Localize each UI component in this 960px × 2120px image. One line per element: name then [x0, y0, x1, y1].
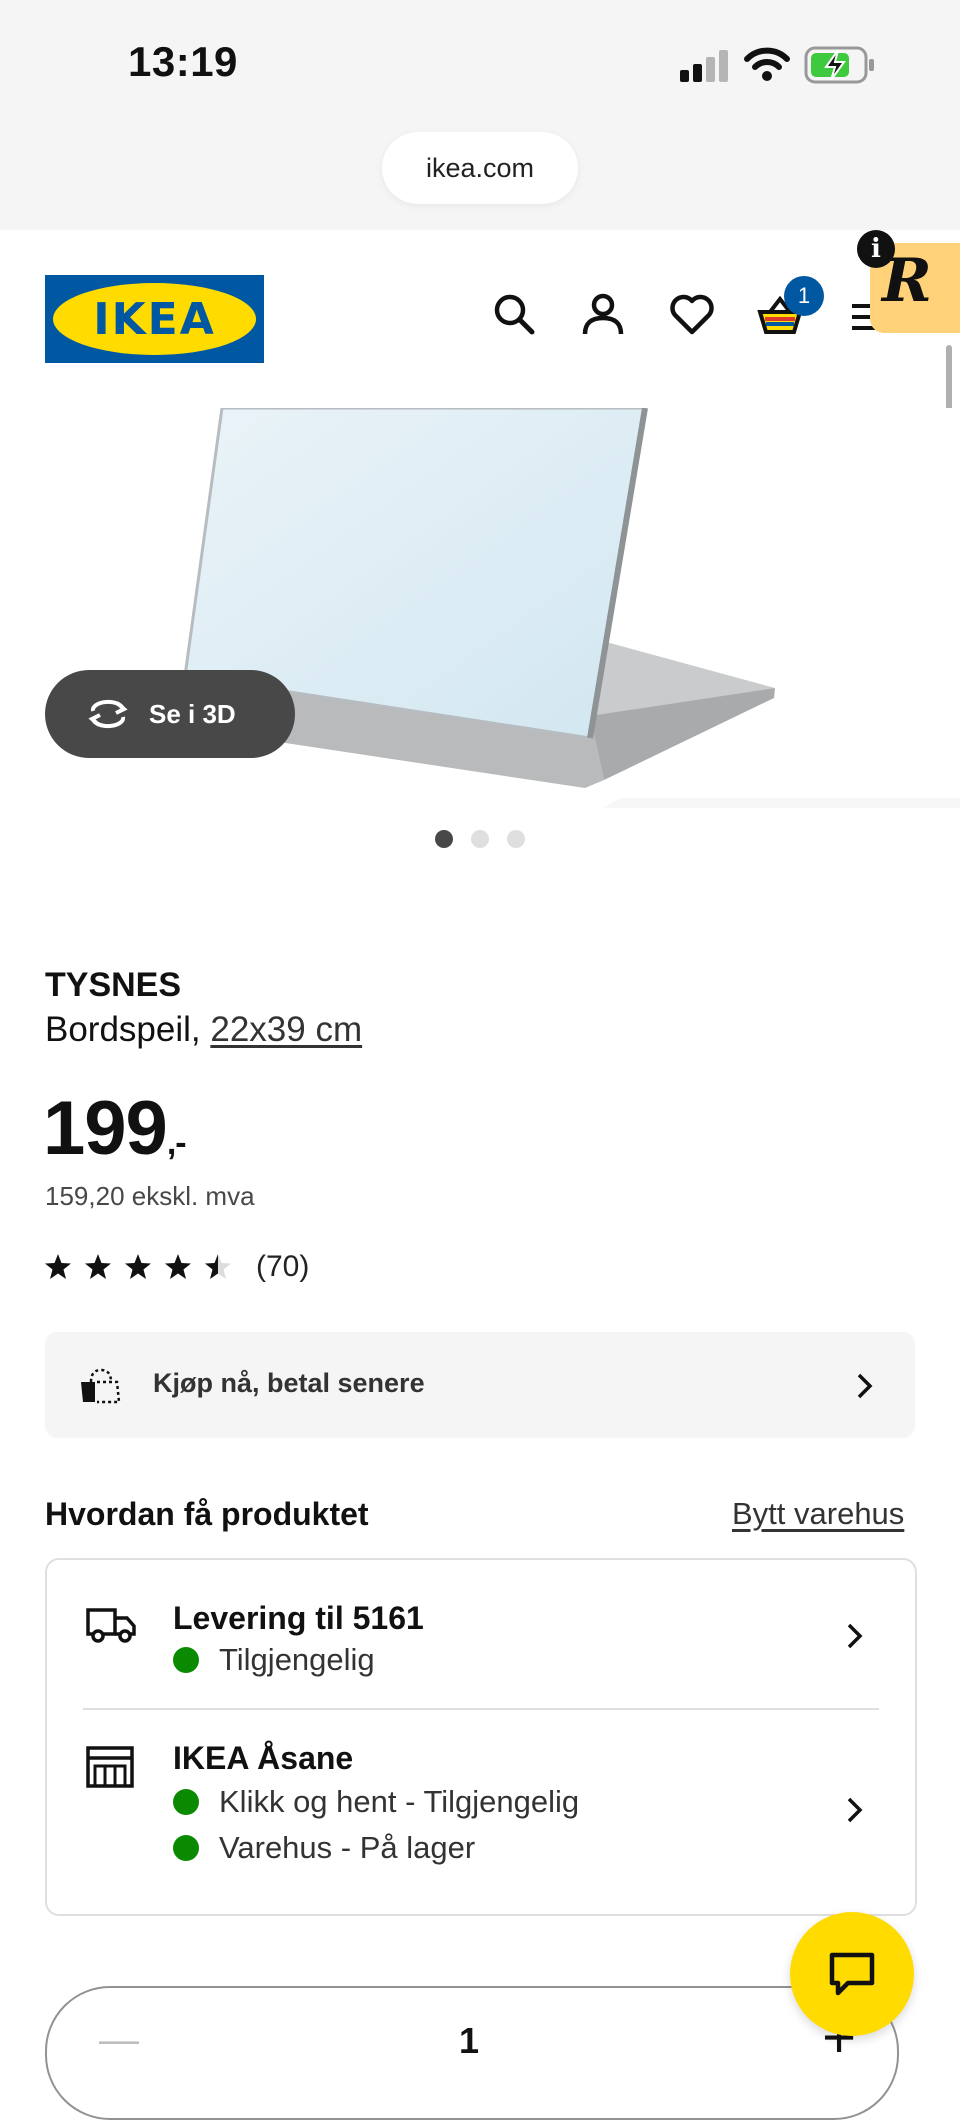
- info-icon[interactable]: i: [857, 230, 895, 268]
- carousel-dot-1[interactable]: [435, 830, 453, 848]
- quantity-value[interactable]: 1: [459, 2020, 479, 2062]
- quantity-stepper: — 1 +: [45, 1986, 899, 2120]
- rotate-3d-icon: [88, 699, 128, 729]
- pay-later-label: Kjøp nå, betal senere: [153, 1368, 425, 1398]
- delivery-status: Tilgjengelig: [173, 1642, 375, 1678]
- product-name: TYSNES: [45, 966, 182, 1004]
- heart-icon[interactable]: [668, 290, 716, 338]
- user-icon[interactable]: [579, 290, 627, 338]
- view-3d-button[interactable]: Se i 3D: [45, 670, 295, 758]
- price-ex-vat: 159,20 ekskl. mva: [45, 1181, 255, 1211]
- search-icon[interactable]: [490, 290, 538, 338]
- star-icons: [45, 1254, 231, 1279]
- delivery-option[interactable]: Levering til 5161 Tilgjengelig: [47, 1560, 915, 1708]
- price-suffix: ,-: [166, 1124, 187, 1162]
- shopping-bag-icon: [81, 1368, 121, 1404]
- available-dot: [173, 1647, 199, 1673]
- view-3d-label: Se i 3D: [149, 698, 236, 729]
- product-size-link[interactable]: 22x39 cm: [210, 1010, 362, 1049]
- price-value: 199: [43, 1086, 168, 1171]
- status-time: 13:19: [128, 38, 238, 85]
- chat-button[interactable]: [790, 1912, 914, 2036]
- logo-text: IKEA: [93, 293, 216, 345]
- availability-heading: Hvordan få produktet: [45, 1496, 369, 1532]
- product-description: Bordspeil, 22x39 cm: [45, 1010, 362, 1050]
- delivery-title: Levering til 5161: [173, 1600, 424, 1636]
- decrease-quantity-button[interactable]: —: [89, 2010, 149, 2070]
- change-store-link[interactable]: Bytt varehus: [732, 1496, 904, 1532]
- delivery-status-text: Tilgjengelig: [219, 1642, 375, 1677]
- carousel-dot-2[interactable]: [471, 830, 489, 848]
- chevron-right-icon: [857, 1373, 873, 1399]
- click-collect-status: Klikk og hent - Tilgjengelig: [173, 1784, 579, 1820]
- store-icon: [86, 1746, 134, 1788]
- pay-later-button[interactable]: Kjøp nå, betal senere: [45, 1332, 915, 1438]
- battery-icon: [804, 46, 874, 84]
- in-store-status: Varehus - På lager: [173, 1830, 475, 1866]
- wifi-icon: [744, 47, 790, 81]
- cart-count-badge: 1: [784, 276, 824, 316]
- store-option[interactable]: IKEA Åsane Klikk og hent - Tilgjengelig …: [47, 1710, 915, 1912]
- review-count[interactable]: (70): [256, 1250, 309, 1284]
- chat-icon: [829, 1952, 875, 1996]
- in-store-text: Varehus - På lager: [219, 1830, 476, 1865]
- chevron-right-icon: [847, 1797, 863, 1823]
- product-price: 199,-: [43, 1085, 187, 1172]
- url-bar[interactable]: ikea.com: [382, 132, 578, 204]
- chevron-right-icon: [847, 1623, 863, 1649]
- click-collect-text: Klikk og hent - Tilgjengelig: [219, 1784, 580, 1819]
- available-dot: [173, 1835, 199, 1861]
- cellular-signal-icon: [680, 50, 728, 82]
- product-type: Bordspeil,: [45, 1010, 211, 1049]
- available-dot: [173, 1789, 199, 1815]
- ikea-logo[interactable]: IKEA: [45, 275, 264, 363]
- availability-card: Levering til 5161 Tilgjengelig IKEA Åsan…: [45, 1558, 917, 1916]
- store-title: IKEA Åsane: [173, 1740, 354, 1776]
- delivery-truck-icon: [86, 1608, 136, 1643]
- carousel-dot-3[interactable]: [507, 830, 525, 848]
- rating-stars[interactable]: [45, 1250, 245, 1290]
